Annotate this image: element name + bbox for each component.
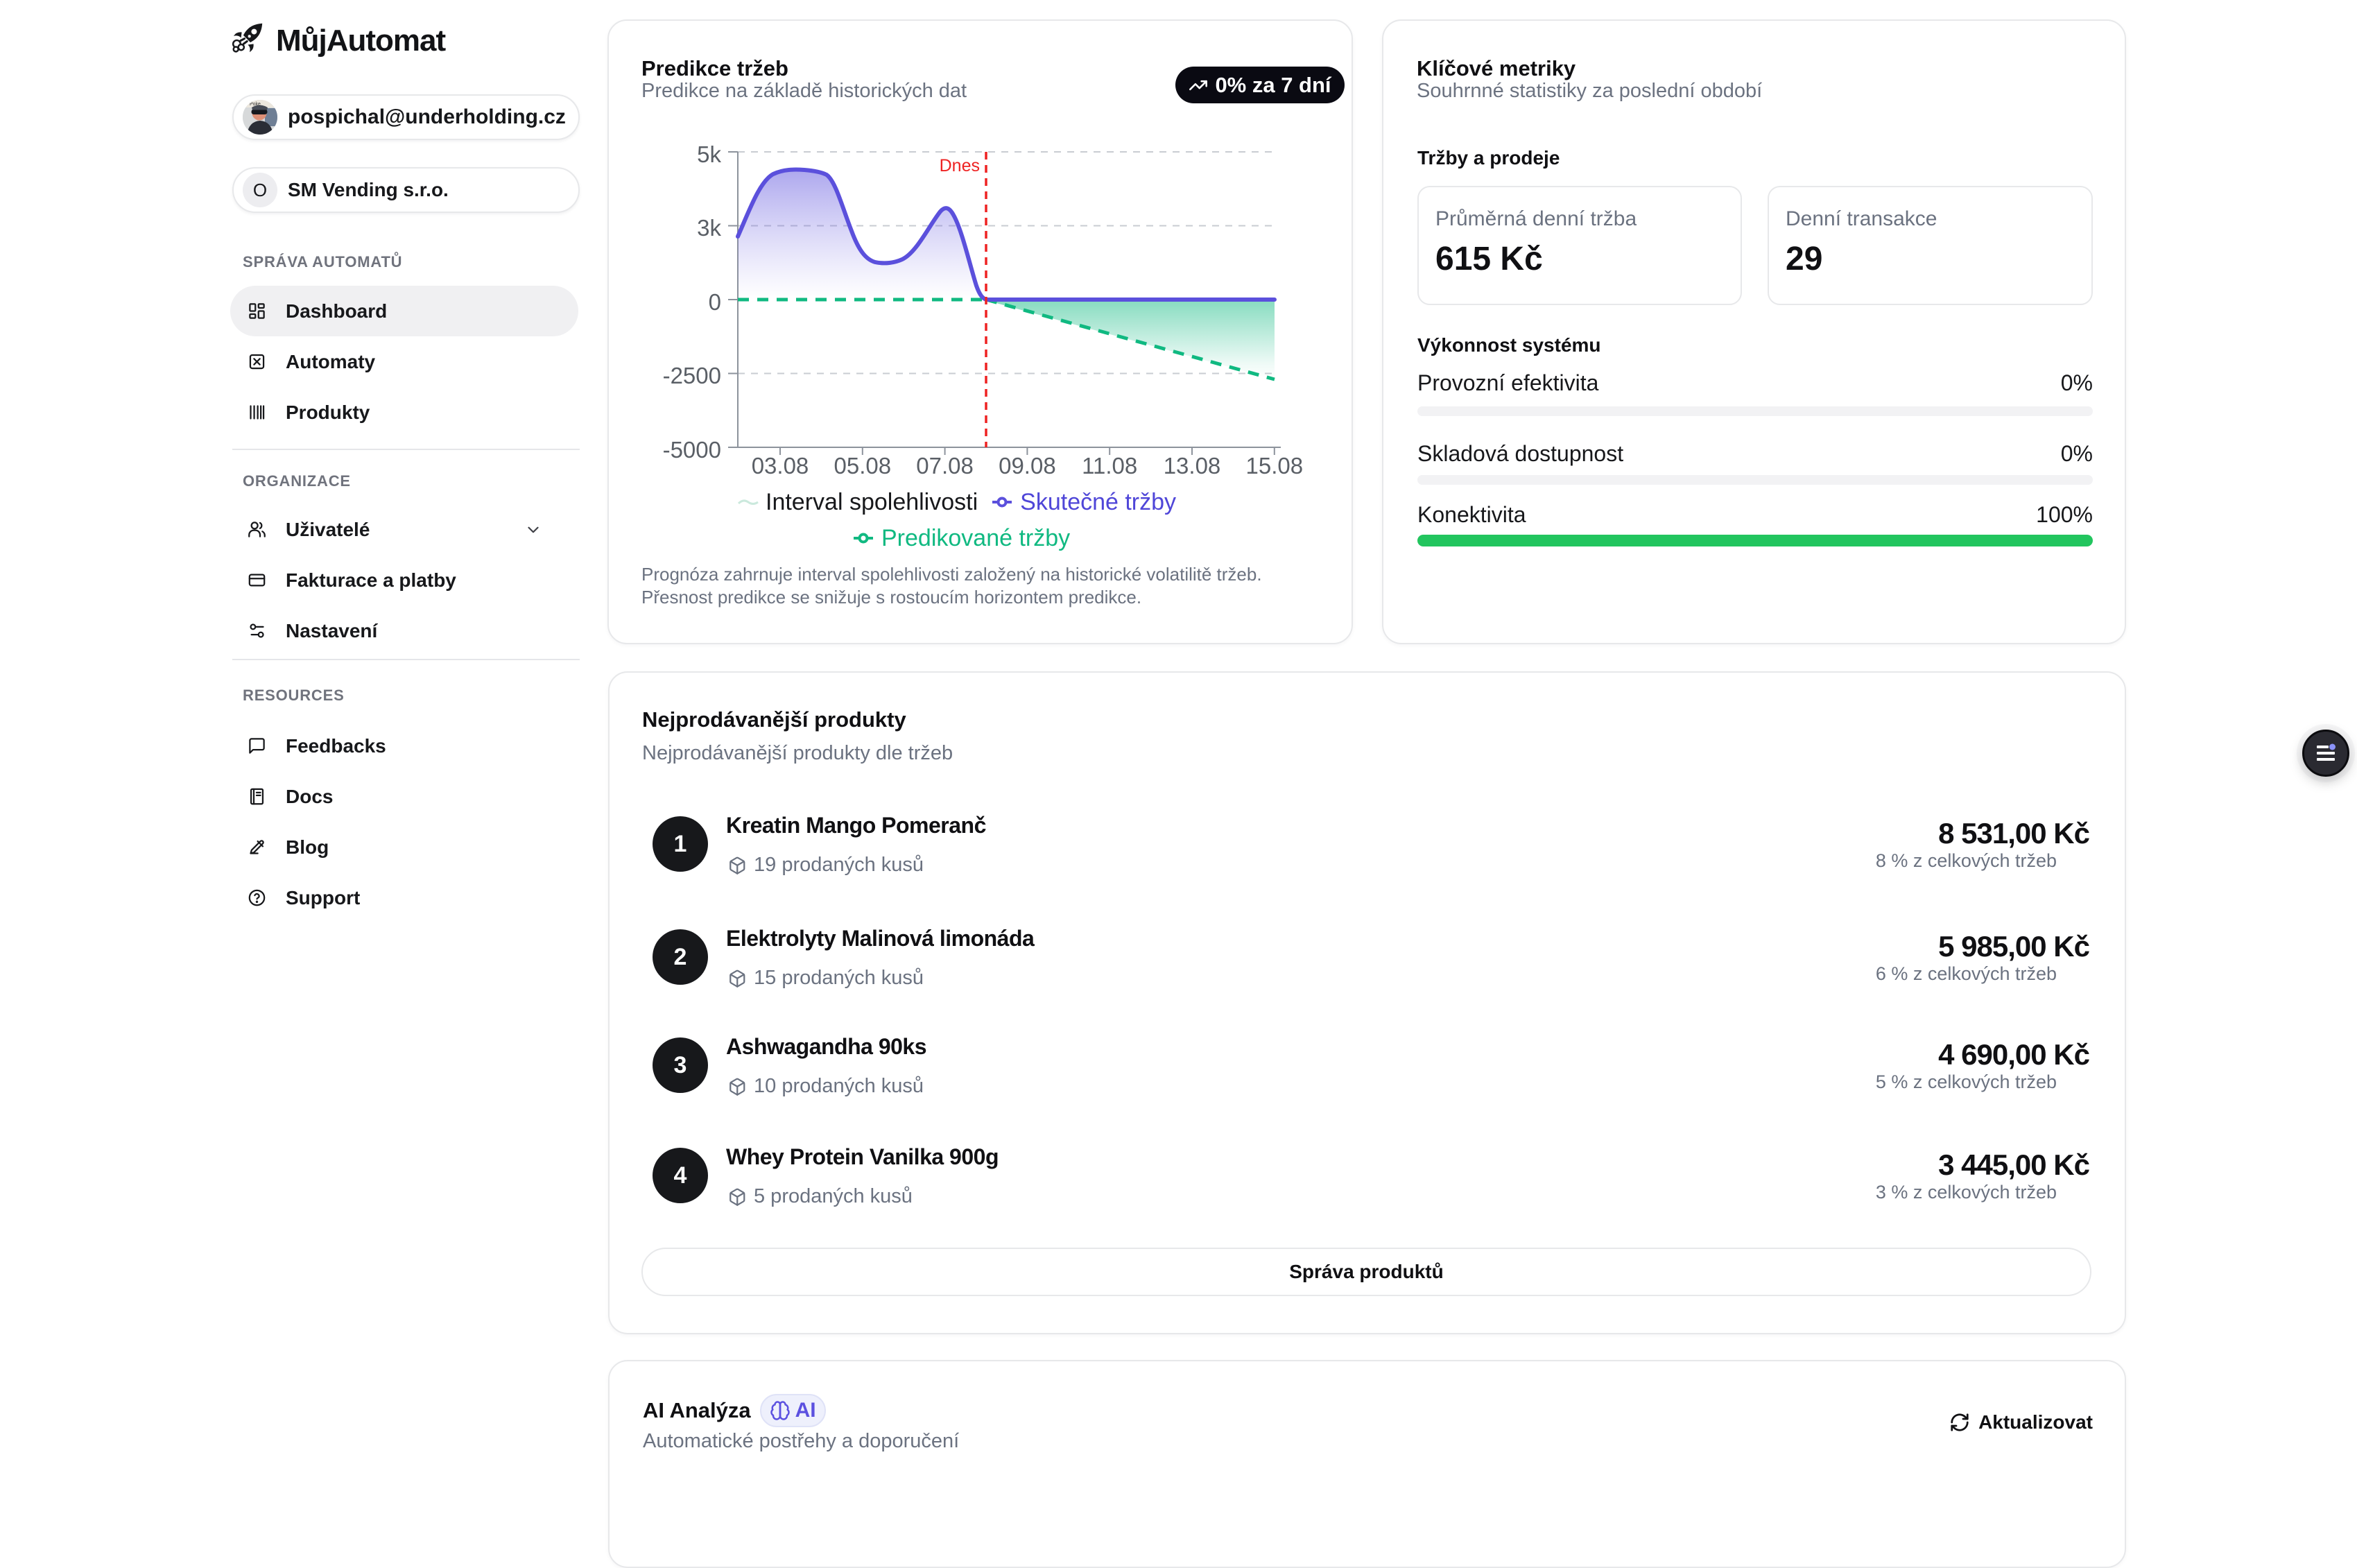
svg-text:5k: 5k — [697, 141, 721, 167]
svg-text:0: 0 — [709, 289, 721, 315]
svg-text:15.08: 15.08 — [1246, 453, 1304, 479]
svg-text:07.08: 07.08 — [916, 453, 974, 479]
svg-text:03.08: 03.08 — [752, 453, 809, 479]
svg-text:-2500: -2500 — [663, 363, 721, 388]
svg-text:3k: 3k — [697, 215, 721, 241]
svg-text:Dnes: Dnes — [940, 156, 980, 175]
svg-text:11.08: 11.08 — [1082, 453, 1137, 479]
svg-text:Poke: Poke — [250, 102, 261, 107]
svg-text:13.08: 13.08 — [1164, 453, 1221, 479]
svg-text:05.08: 05.08 — [834, 453, 892, 479]
svg-text:09.08: 09.08 — [999, 453, 1056, 479]
svg-text:-5000: -5000 — [663, 437, 721, 463]
